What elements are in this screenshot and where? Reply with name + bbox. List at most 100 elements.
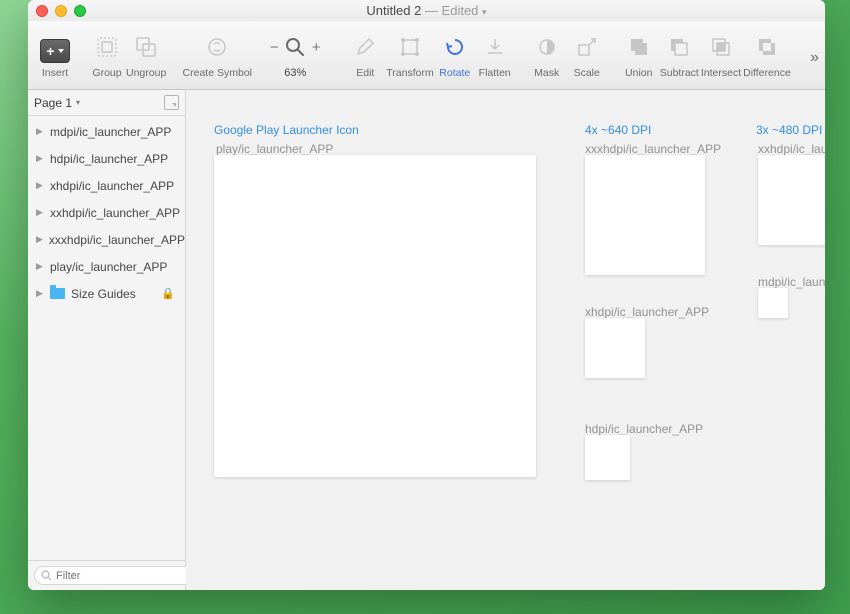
group-icon xyxy=(96,36,118,58)
layer-row[interactable]: ▶hdpi/ic_launcher_APP xyxy=(28,145,185,172)
dropdown-caret-icon xyxy=(58,49,64,53)
create-symbol-icon xyxy=(206,36,228,58)
zoom-control: − + 63% xyxy=(268,27,322,79)
mask-button[interactable]: Mask xyxy=(528,27,566,79)
disclosure-triangle-icon[interactable]: ▶ xyxy=(36,180,44,191)
layer-row[interactable]: ▶xhdpi/ic_launcher_APP xyxy=(28,172,185,199)
magnifier-icon[interactable] xyxy=(284,36,306,58)
zoom-icon[interactable] xyxy=(74,5,86,17)
difference-icon xyxy=(756,36,778,58)
artboard[interactable] xyxy=(758,155,825,245)
search-icon xyxy=(41,570,52,581)
document-title: Untitled 2 xyxy=(366,3,421,18)
transform-label: Transform xyxy=(386,67,433,79)
insert-button[interactable]: + Insert xyxy=(36,27,74,79)
scale-label: Scale xyxy=(574,67,600,79)
flatten-icon xyxy=(484,36,506,58)
union-label: Union xyxy=(625,67,652,79)
zoom-level: 63% xyxy=(284,67,306,79)
section-title[interactable]: 3x ~480 DPI xyxy=(756,123,822,137)
close-icon[interactable] xyxy=(36,5,48,17)
folder-icon xyxy=(50,288,65,299)
disclosure-triangle-icon[interactable]: ▶ xyxy=(36,261,44,272)
artboard[interactable] xyxy=(585,435,630,480)
ungroup-button[interactable]: Ungroup xyxy=(126,27,166,79)
zoom-out-button[interactable]: − xyxy=(268,39,280,56)
artboard-label[interactable]: xxxhdpi/ic_launcher_APP xyxy=(585,142,721,156)
layer-row[interactable]: ▶ play/ic_launcher_APP xyxy=(28,253,185,280)
artboard[interactable] xyxy=(758,288,788,318)
app-window: Untitled 2 — Edited ▾ + Insert Group Ung… xyxy=(28,0,825,590)
scale-icon xyxy=(576,36,598,58)
layer-name: mdpi/ic_launcher_APP xyxy=(50,125,171,139)
titlebar: Untitled 2 — Edited ▾ xyxy=(28,0,825,21)
lock-icon[interactable]: 🔒 xyxy=(161,287,175,300)
layer-name: play/ic_launcher_APP xyxy=(50,260,167,274)
edit-icon xyxy=(354,36,376,58)
create-symbol-label: Create Symbol xyxy=(183,67,252,79)
union-button[interactable]: Union xyxy=(620,27,658,79)
union-icon xyxy=(628,36,650,58)
create-symbol-button[interactable]: Create Symbol xyxy=(180,27,254,79)
layer-row[interactable]: ▶ xxxhdpi/ic_launcher_APP xyxy=(28,226,185,253)
toolbar: + Insert Group Ungroup Create xyxy=(28,21,825,90)
ungroup-label: Ungroup xyxy=(126,67,166,79)
artboard[interactable] xyxy=(214,155,536,477)
disclosure-triangle-icon[interactable]: ▶ xyxy=(36,153,44,164)
artboard-label[interactable]: mdpi/ic_launcher_APP xyxy=(758,275,825,289)
filter-field[interactable] xyxy=(34,566,205,585)
flatten-label: Flatten xyxy=(479,67,511,79)
body: Page 1 ▾ ▶mdpi/ic_launcher_APP▶hdpi/ic_l… xyxy=(28,90,825,590)
sidebar-bottom-bar: 6 xyxy=(28,560,185,590)
section-title[interactable]: 4x ~640 DPI xyxy=(585,123,651,137)
difference-button[interactable]: Difference xyxy=(743,27,791,79)
flatten-button[interactable]: Flatten xyxy=(476,27,514,79)
sidebar: Page 1 ▾ ▶ mdpi/ic_launcher_APP ▶hdpi/ic_l… xyxy=(28,90,186,590)
edit-button[interactable]: Edit xyxy=(346,27,384,79)
layer-row[interactable]: ▶Size Guides🔒 xyxy=(28,280,185,307)
zoom-in-button[interactable]: + xyxy=(310,39,322,56)
disclosure-triangle-icon[interactable]: ▶ xyxy=(36,207,44,218)
layer-row[interactable]: ▶ mdpi/ic_launcher_APP xyxy=(28,118,185,145)
subtract-label: Subtract xyxy=(660,67,699,79)
disclosure-triangle-icon[interactable]: ▶ xyxy=(36,126,44,137)
toolbar-overflow-button[interactable]: » xyxy=(810,49,819,67)
group-button[interactable]: Group xyxy=(88,27,126,79)
mask-icon xyxy=(536,36,558,58)
subtract-button[interactable]: Subtract xyxy=(660,27,699,79)
section-title[interactable]: Google Play Launcher Icon xyxy=(214,123,359,137)
chevron-down-icon[interactable]: ▾ xyxy=(482,7,487,17)
page-selector[interactable]: Page 1 ▾ xyxy=(28,90,185,116)
transform-button[interactable]: Transform xyxy=(386,27,433,79)
ungroup-icon xyxy=(135,36,157,58)
disclosure-triangle-icon[interactable]: ▶ xyxy=(36,288,44,299)
traffic-lights xyxy=(36,5,86,17)
disclosure-triangle-icon[interactable]: ▶ xyxy=(36,234,43,245)
rotate-label: Rotate xyxy=(439,67,470,79)
intersect-label: Intersect xyxy=(701,67,741,79)
layer-list: ▶ mdpi/ic_launcher_APP ▶hdpi/ic_launcher_A… xyxy=(28,116,185,560)
artboard[interactable] xyxy=(585,318,645,378)
group-label: Group xyxy=(92,67,121,79)
artboard-label[interactable]: xxhdpi/ic_launcher_APP xyxy=(758,142,825,156)
chevron-down-icon: ▾ xyxy=(76,98,80,107)
current-page-label: Page 1 xyxy=(34,96,72,110)
rotate-button[interactable]: Rotate xyxy=(436,27,474,79)
layer-row[interactable]: ▶xxhdpi/ic_launcher_APP xyxy=(28,199,185,226)
artboard-label[interactable]: hdpi/ic_launcher_APP xyxy=(585,422,703,436)
filter-input[interactable] xyxy=(56,570,198,582)
difference-label: Difference xyxy=(743,67,791,79)
layer-name: xxxhdpi/ic_launcher_APP xyxy=(49,233,185,247)
artboard-list-icon[interactable] xyxy=(164,95,179,110)
intersect-button[interactable]: Intersect xyxy=(701,27,741,79)
mask-label: Mask xyxy=(534,67,559,79)
subtract-icon xyxy=(668,36,690,58)
artboard-label[interactable]: play/ic_launcher_APP xyxy=(216,142,333,156)
artboard[interactable] xyxy=(585,155,705,275)
minimize-icon[interactable] xyxy=(55,5,67,17)
canvas[interactable]: Google Play Launcher Icon 4x ~640 DPI 3x ~… xyxy=(186,90,825,590)
edited-indicator: — Edited xyxy=(421,3,478,18)
scale-button[interactable]: Scale xyxy=(568,27,606,79)
transform-icon xyxy=(399,36,421,58)
artboard-label[interactable]: xhdpi/ic_launcher_APP xyxy=(585,305,709,319)
